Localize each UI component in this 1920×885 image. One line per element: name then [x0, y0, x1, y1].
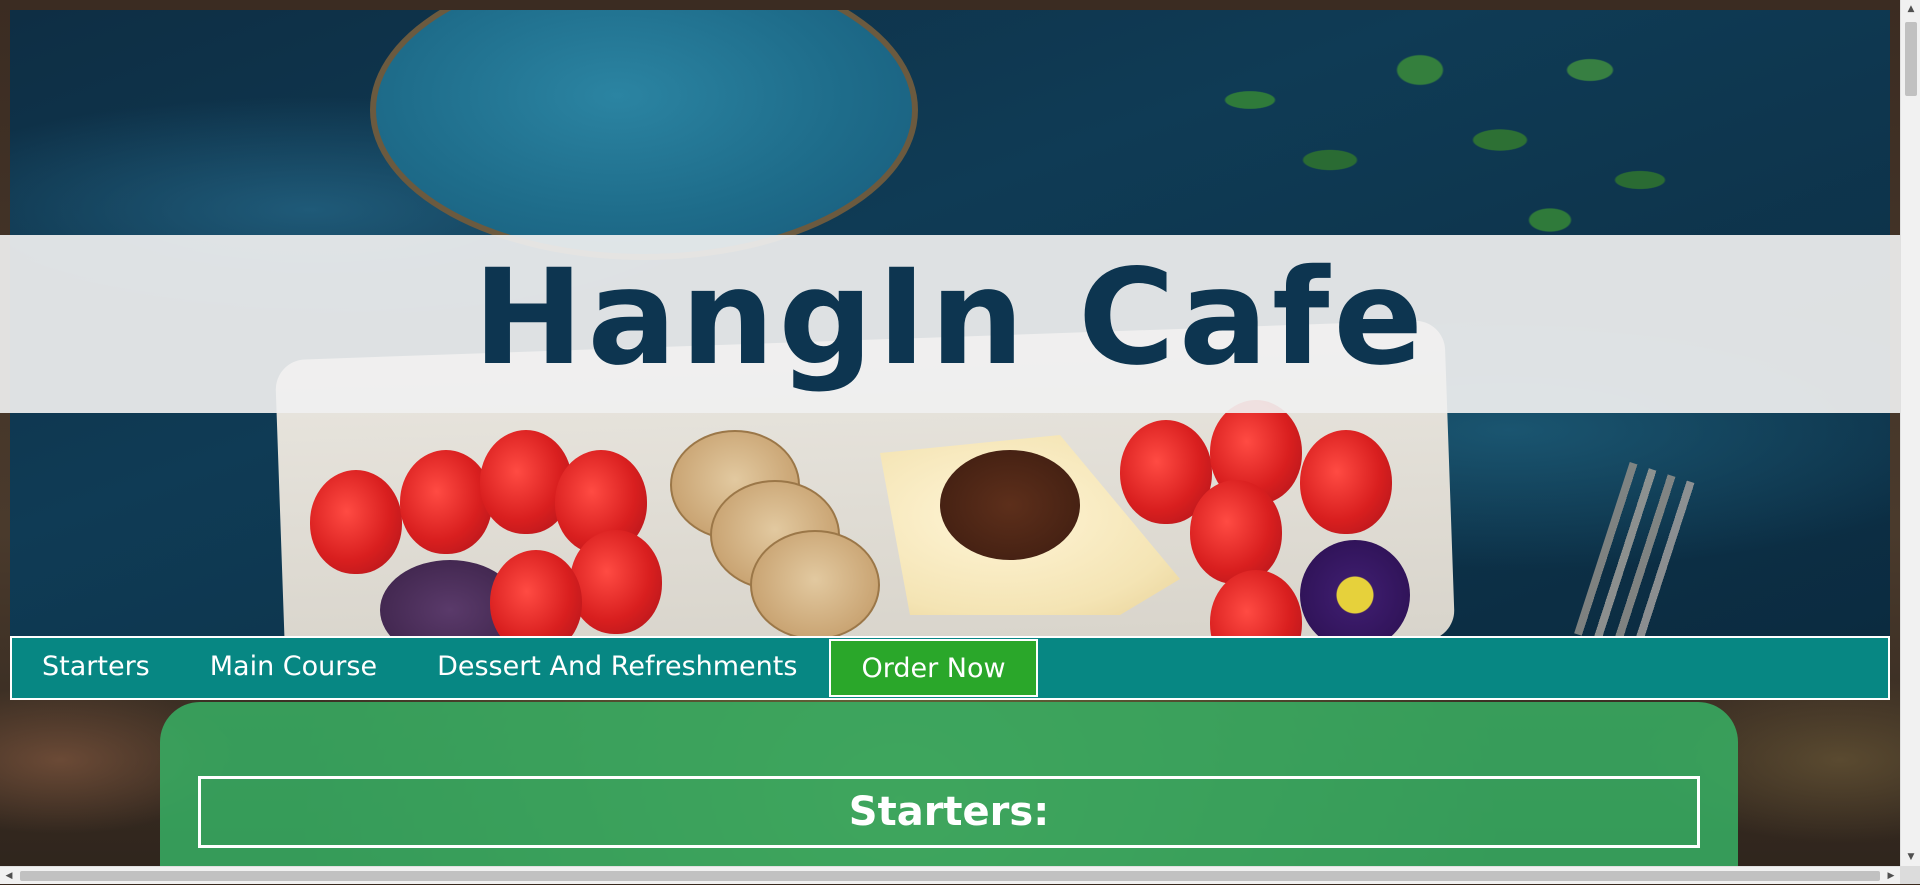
arrow-down-icon[interactable]: ▼ [1901, 848, 1920, 866]
order-now-button[interactable]: Order Now [829, 639, 1038, 697]
section-title-starters: Starters: [848, 789, 1050, 835]
hero-strawberry [400, 450, 492, 554]
hero-jam [940, 450, 1080, 560]
horizontal-scrollbar-thumb[interactable] [20, 871, 1880, 881]
arrow-left-icon[interactable]: ◀ [0, 867, 18, 885]
site-title: HangIn Cafe [473, 241, 1427, 395]
hero-leaves-image [1170, 10, 1730, 270]
arrow-up-icon[interactable]: ▲ [1901, 0, 1920, 18]
hero-strawberry [310, 470, 402, 574]
hero-plate-image [370, 10, 918, 260]
scrollbar-corner [1900, 866, 1920, 884]
vertical-scrollbar-thumb[interactable] [1905, 22, 1917, 96]
arrow-right-icon[interactable]: ▶ [1882, 867, 1900, 885]
nav-item-dessert-and-refreshments[interactable]: Dessert And Refreshments [437, 653, 797, 680]
nav-item-starters[interactable]: Starters [42, 653, 150, 680]
hero-cracker [750, 530, 880, 636]
title-band: HangIn Cafe [0, 235, 1900, 413]
horizontal-scrollbar[interactable]: ◀ ▶ [0, 866, 1900, 884]
hero-strawberry [570, 530, 662, 634]
hero-fork [1574, 462, 1706, 636]
hero-strawberry [1300, 430, 1392, 534]
main-navbar: Starters Main Course Dessert And Refresh… [10, 636, 1890, 700]
hero-strawberry [1190, 480, 1282, 584]
section-header: Starters: [198, 776, 1700, 848]
nav-item-main-course[interactable]: Main Course [210, 653, 377, 680]
vertical-scrollbar[interactable]: ▲ ▼ [1900, 0, 1920, 866]
